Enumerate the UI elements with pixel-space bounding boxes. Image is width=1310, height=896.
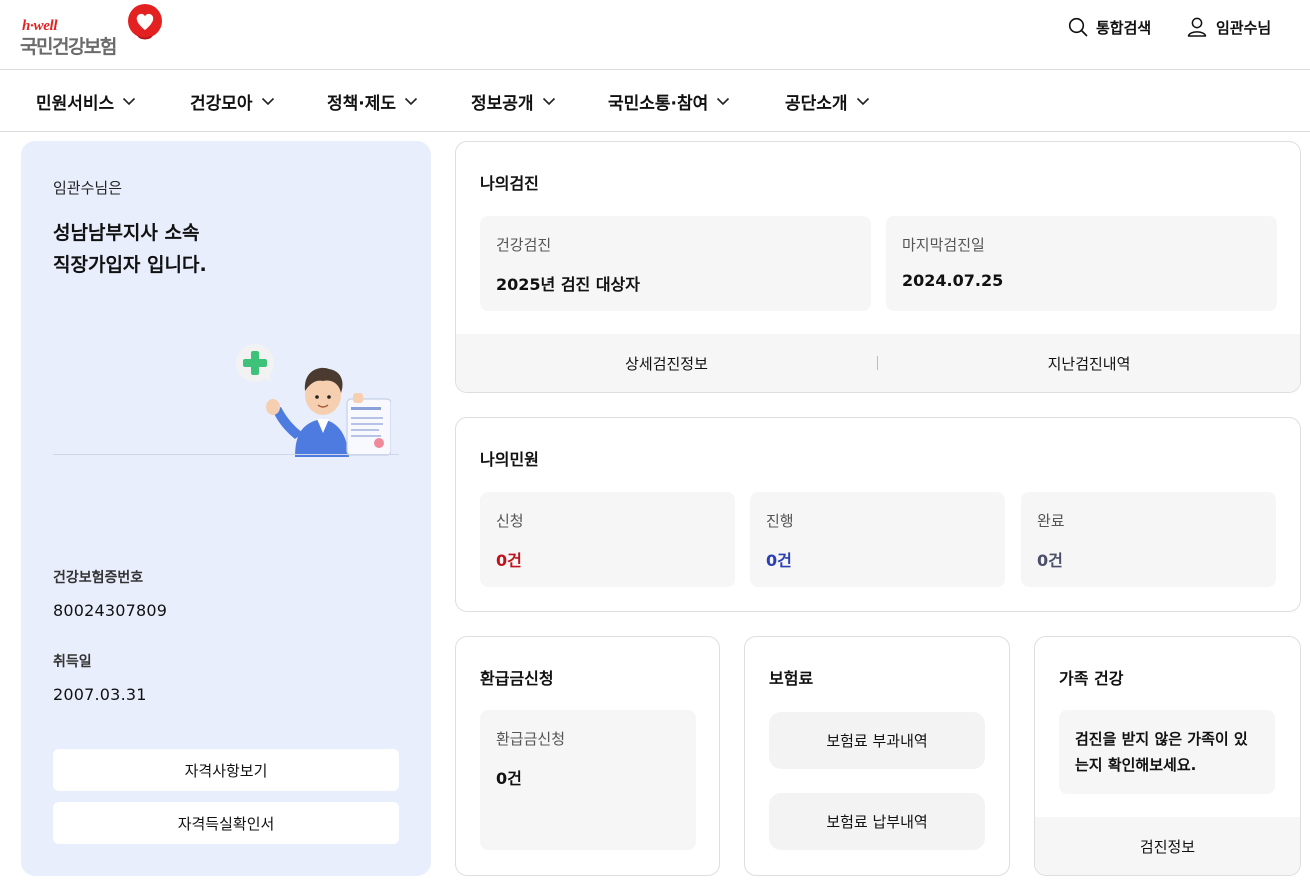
nav-label: 정보공개 [471,93,534,114]
complaint-applied-tile[interactable]: 신청 0건 [480,492,735,587]
search-label: 통합검색 [1096,18,1152,37]
search-icon [1068,17,1088,37]
user-icon [1187,17,1207,37]
family-health-card: 가족 건강 검진을 받지 않은 가족이 있 는지 확인해보세요. 검진정보 [1034,636,1301,876]
tile-value: 0건 [1037,551,1063,570]
user-menu-button[interactable]: 임관수님 [1186,14,1271,40]
refund-card: 환급금신청 환급금신청 0건 [455,636,720,876]
heart-logo-icon [128,4,162,40]
checkup-footer: 상세검진정보 지난검진내역 [456,334,1300,392]
chevron-down-icon [717,97,730,105]
complaint-in-progress-tile[interactable]: 진행 0건 [750,492,1005,587]
nav-item-disclosure[interactable]: 정보공개 [471,70,556,132]
profile-divider [53,454,399,455]
nav-label: 정책·제도 [327,93,397,114]
nav-item-about[interactable]: 공단소개 [785,70,870,132]
tile-value: 0건 [766,551,792,570]
nav-item-civil-service[interactable]: 민원서비스 [36,70,136,132]
checkup-info-link[interactable]: 검진정보 [1035,817,1300,875]
family-message: 검진을 받지 않은 가족이 있 는지 확인해보세요. [1075,726,1248,778]
premium-title: 보험료 [769,669,814,688]
nav-item-health-moa[interactable]: 건강모아 [190,70,275,132]
nav-item-communication[interactable]: 국민소통·참여 [608,70,730,132]
family-footer: 검진정보 [1035,817,1300,875]
tile-value: 2025년 검진 대상자 [496,275,640,294]
eligibility-certificate-button[interactable]: 자격득실확인서 [53,802,399,844]
nav-label: 민원서비스 [36,93,115,114]
acquired-date-label: 취득일 [53,654,92,670]
chevron-down-icon [123,97,136,105]
family-message-line1: 검진을 받지 않은 가족이 있 [1075,730,1248,748]
nhis-logo[interactable]: h·well 국민건강보험 [20,4,170,60]
family-message-line2: 는지 확인해보세요. [1075,756,1197,774]
refund-title: 환급금신청 [480,669,554,688]
checkup-title: 나의검진 [480,174,539,193]
insurance-man-illustration [236,344,391,457]
complaint-completed-tile[interactable]: 완료 0건 [1021,492,1276,587]
tile-label: 완료 [1037,512,1065,530]
nav-label: 국민소통·참여 [608,93,709,114]
tile-label: 마지막검진일 [902,236,985,254]
premium-payment-button[interactable]: 보험료 납부내역 [769,793,985,850]
tile-label: 진행 [766,512,794,530]
chevron-down-icon [542,97,555,105]
user-name-label: 임관수님 [1216,18,1272,37]
last-checkup-tile: 마지막검진일 2024.07.25 [886,216,1277,311]
refund-tile[interactable]: 환급금신청 0건 [480,710,696,850]
tile-value: 0건 [496,769,522,788]
main-navigation: 민원서비스 건강모아 정책·제도 정보공개 국민소통·참여 공단소개 [0,70,1310,132]
tile-label: 건강검진 [496,236,552,254]
chevron-down-icon [261,97,274,105]
family-message-tile: 검진을 받지 않은 가족이 있 는지 확인해보세요. [1059,710,1275,794]
profile-title-line1: 성남남부지사 소속 [53,222,200,244]
insurance-number-label: 건강보험증번호 [53,570,144,586]
family-title: 가족 건강 [1059,669,1124,688]
acquired-date-value: 2007.03.31 [53,685,147,704]
premium-card: 보험료 보험료 부과내역 보험료 납부내역 [744,636,1010,876]
my-complaints-card: 나의민원 신청 0건 진행 0건 완료 0건 [455,417,1301,612]
tile-label: 환급금신청 [496,730,566,748]
chevron-down-icon [856,97,869,105]
checkup-detail-link[interactable]: 상세검진정보 [456,334,877,392]
my-checkup-card: 나의검진 건강검진 2025년 검진 대상자 마지막검진일 2024.07.25… [455,141,1301,393]
checkup-history-link[interactable]: 지난검진내역 [878,334,1300,392]
integrated-search-button[interactable]: 통합검색 [1068,14,1151,40]
complaints-title: 나의민원 [480,450,539,469]
tile-label: 신청 [496,512,524,530]
logo-name: 국민건강보험 [20,36,117,58]
tile-value: 0건 [496,551,522,570]
member-profile-panel: 임관수님은 성남남부지사 소속 직장가입자 입니다. 건강보험증번호 80024… [21,141,431,876]
top-header: h·well 국민건강보험 통합검색 임관수님 [0,0,1310,70]
nav-label: 건강모아 [190,93,253,114]
view-eligibility-button[interactable]: 자격사항보기 [53,749,399,791]
premium-charge-button[interactable]: 보험료 부과내역 [769,712,985,769]
nav-label: 공단소개 [785,93,848,114]
nav-item-policy[interactable]: 정책·제도 [327,70,418,132]
chevron-down-icon [404,97,418,105]
profile-title-line2: 직장가입자 입니다. [53,254,207,276]
profile-greeting: 임관수님은 [53,179,123,197]
insurance-number-value: 80024307809 [53,601,168,620]
checkup-status-tile: 건강검진 2025년 검진 대상자 [480,216,871,311]
tile-value: 2024.07.25 [902,271,1004,290]
profile-title: 성남남부지사 소속 직장가입자 입니다. [53,217,393,281]
